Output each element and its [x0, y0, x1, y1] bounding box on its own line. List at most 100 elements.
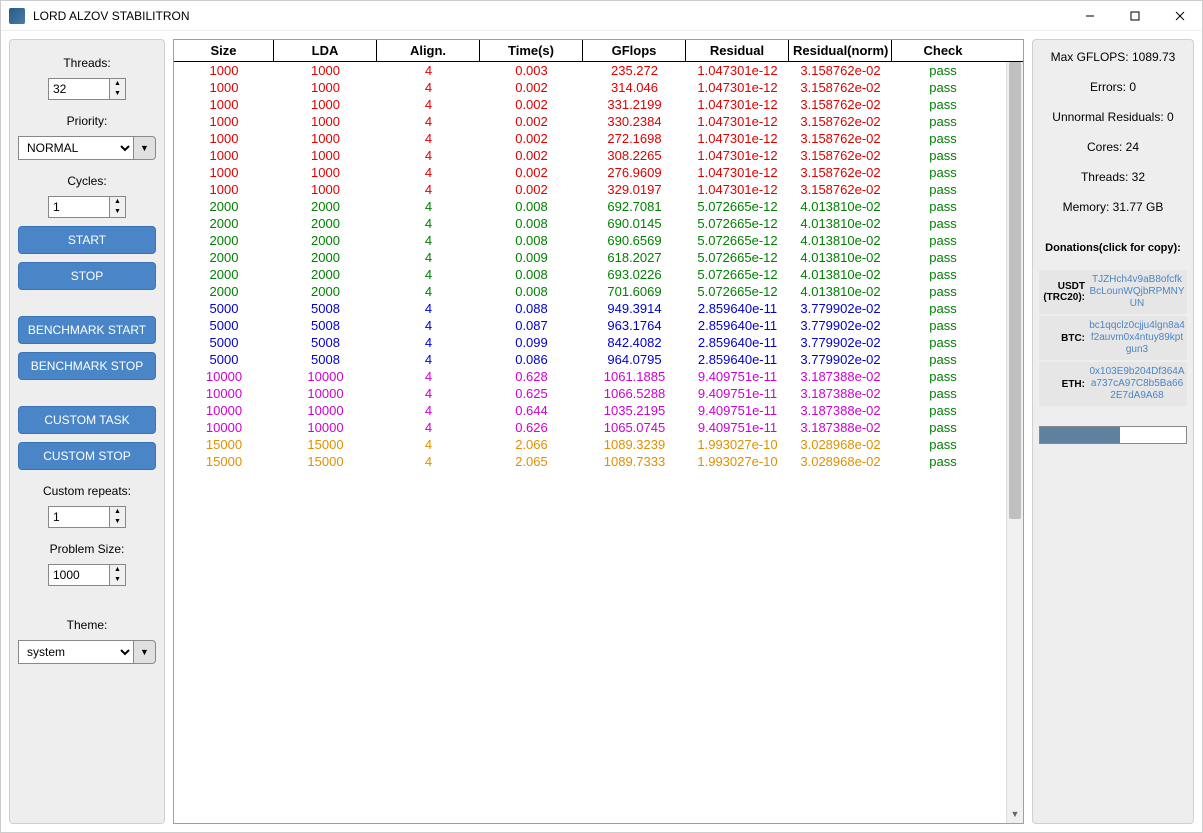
scrollbar-thumb[interactable] [1009, 62, 1021, 519]
cell-residual-norm: 3.158762e-02 [789, 181, 892, 198]
cell-time: 0.088 [480, 300, 583, 317]
cell-size: 10000 [174, 385, 274, 402]
cell-residual: 1.047301e-12 [686, 181, 789, 198]
left-sidebar: Threads: ▲▼ Priority: NORMAL ▼ Cycles: ▲… [9, 39, 165, 824]
theme-label: Theme: [18, 618, 156, 632]
cell-time: 0.099 [480, 334, 583, 351]
cell-check: pass [892, 368, 994, 385]
table-row: 100001000040.6261065.07459.409751e-113.1… [174, 419, 1023, 436]
cell-gflops: 1089.3239 [583, 436, 686, 453]
custom-stop-button[interactable]: CUSTOM STOP [18, 442, 156, 470]
cell-gflops: 842.4082 [583, 334, 686, 351]
table-row: 5000500840.086964.07952.859640e-113.7799… [174, 351, 1023, 368]
cell-gflops: 618.2027 [583, 249, 686, 266]
cell-check: pass [892, 198, 994, 215]
benchmark-start-button[interactable]: BENCHMARK START [18, 316, 156, 344]
scroll-down-icon[interactable]: ▼ [1007, 806, 1023, 823]
cell-residual-norm: 3.187388e-02 [789, 385, 892, 402]
cell-check: pass [892, 232, 994, 249]
cycles-input[interactable] [48, 196, 110, 218]
header-align: Align. [377, 40, 480, 61]
cell-time: 0.002 [480, 181, 583, 198]
table-row: 2000200040.008690.01455.072665e-124.0138… [174, 215, 1023, 232]
cell-time: 2.065 [480, 453, 583, 470]
table-row: 2000200040.008693.02265.072665e-124.0138… [174, 266, 1023, 283]
cell-check: pass [892, 385, 994, 402]
cell-align: 4 [377, 198, 480, 215]
cell-size: 2000 [174, 249, 274, 266]
cell-align: 4 [377, 147, 480, 164]
benchmark-stop-button[interactable]: BENCHMARK STOP [18, 352, 156, 380]
cell-gflops: 949.3914 [583, 300, 686, 317]
threads-down-icon[interactable]: ▼ [110, 89, 125, 99]
cell-gflops: 272.1698 [583, 130, 686, 147]
custom-repeats-up-icon[interactable]: ▲ [110, 507, 125, 517]
cell-residual: 5.072665e-12 [686, 249, 789, 266]
cell-align: 4 [377, 317, 480, 334]
vertical-scrollbar[interactable]: ▼ [1006, 62, 1023, 823]
problem-size-spinner[interactable]: ▲▼ [48, 564, 126, 586]
problem-size-label: Problem Size: [18, 542, 156, 556]
start-button[interactable]: START [18, 226, 156, 254]
custom-repeats-down-icon[interactable]: ▼ [110, 517, 125, 527]
cell-lda: 2000 [274, 198, 377, 215]
donation-address[interactable]: TJZHch4v9aB8ofcfkBcLounWQjbRPMNYUN [1089, 274, 1185, 310]
header-residual: Residual [686, 40, 789, 61]
cell-gflops: 314.046 [583, 79, 686, 96]
table-row: 2000200040.009618.20275.072665e-124.0138… [174, 249, 1023, 266]
threads-input[interactable] [48, 78, 110, 100]
custom-repeats-input[interactable] [48, 506, 110, 528]
cell-residual-norm: 4.013810e-02 [789, 232, 892, 249]
cell-residual: 1.047301e-12 [686, 130, 789, 147]
chevron-down-icon[interactable]: ▼ [134, 640, 156, 664]
cell-residual-norm: 3.779902e-02 [789, 317, 892, 334]
cell-check: pass [892, 283, 994, 300]
cell-residual: 1.993027e-10 [686, 453, 789, 470]
cell-align: 4 [377, 181, 480, 198]
custom-repeats-spinner[interactable]: ▲▼ [48, 506, 126, 528]
donation-currency: ETH: [1041, 379, 1085, 390]
cell-time: 0.626 [480, 419, 583, 436]
problem-size-down-icon[interactable]: ▼ [110, 575, 125, 585]
threads-up-icon[interactable]: ▲ [110, 79, 125, 89]
cell-residual: 1.047301e-12 [686, 96, 789, 113]
cell-gflops: 330.2384 [583, 113, 686, 130]
chevron-down-icon[interactable]: ▼ [134, 136, 156, 160]
max-gflops-stat: Max GFLOPS: 1089.73 [1039, 50, 1187, 64]
cell-residual-norm: 3.187388e-02 [789, 419, 892, 436]
donation-address[interactable]: 0x103E9b204Df364Aa737cA97C8b5Ba662E7dA9A… [1089, 366, 1185, 402]
theme-select[interactable]: system ▼ [18, 640, 156, 664]
problem-size-input[interactable] [48, 564, 110, 586]
table-row: 1000100040.002314.0461.047301e-123.15876… [174, 79, 1023, 96]
close-button[interactable] [1157, 1, 1202, 31]
cell-residual: 1.047301e-12 [686, 62, 789, 79]
custom-task-button[interactable]: CUSTOM TASK [18, 406, 156, 434]
cell-size: 10000 [174, 368, 274, 385]
theme-dropdown[interactable]: system [18, 640, 134, 664]
cell-size: 5000 [174, 300, 274, 317]
custom-repeats-label: Custom repeats: [18, 484, 156, 498]
problem-size-up-icon[interactable]: ▲ [110, 565, 125, 575]
cycles-up-icon[interactable]: ▲ [110, 197, 125, 207]
maximize-button[interactable] [1112, 1, 1157, 31]
cell-check: pass [892, 164, 994, 181]
app-icon [9, 8, 25, 24]
priority-select[interactable]: NORMAL ▼ [18, 136, 156, 160]
priority-dropdown[interactable]: NORMAL [18, 136, 134, 160]
cell-align: 4 [377, 436, 480, 453]
cell-lda: 5008 [274, 351, 377, 368]
table-body: 1000100040.003235.2721.047301e-123.15876… [174, 62, 1023, 823]
stop-button[interactable]: STOP [18, 262, 156, 290]
donation-address[interactable]: bc1qqclz0cjju4lgn8a4f2auvm0x4ntuy89kptgu… [1089, 320, 1185, 356]
minimize-button[interactable] [1067, 1, 1112, 31]
threads-spinner[interactable]: ▲▼ [48, 78, 126, 100]
cell-gflops: 690.6569 [583, 232, 686, 249]
donation-row: ETH: 0x103E9b204Df364Aa737cA97C8b5Ba662E7… [1039, 362, 1187, 406]
cell-residual-norm: 3.158762e-02 [789, 113, 892, 130]
cell-size: 2000 [174, 232, 274, 249]
cycles-down-icon[interactable]: ▼ [110, 207, 125, 217]
cycles-spinner[interactable]: ▲▼ [48, 196, 126, 218]
cell-align: 4 [377, 96, 480, 113]
cell-time: 0.002 [480, 79, 583, 96]
table-row: 100001000040.6251066.52889.409751e-113.1… [174, 385, 1023, 402]
